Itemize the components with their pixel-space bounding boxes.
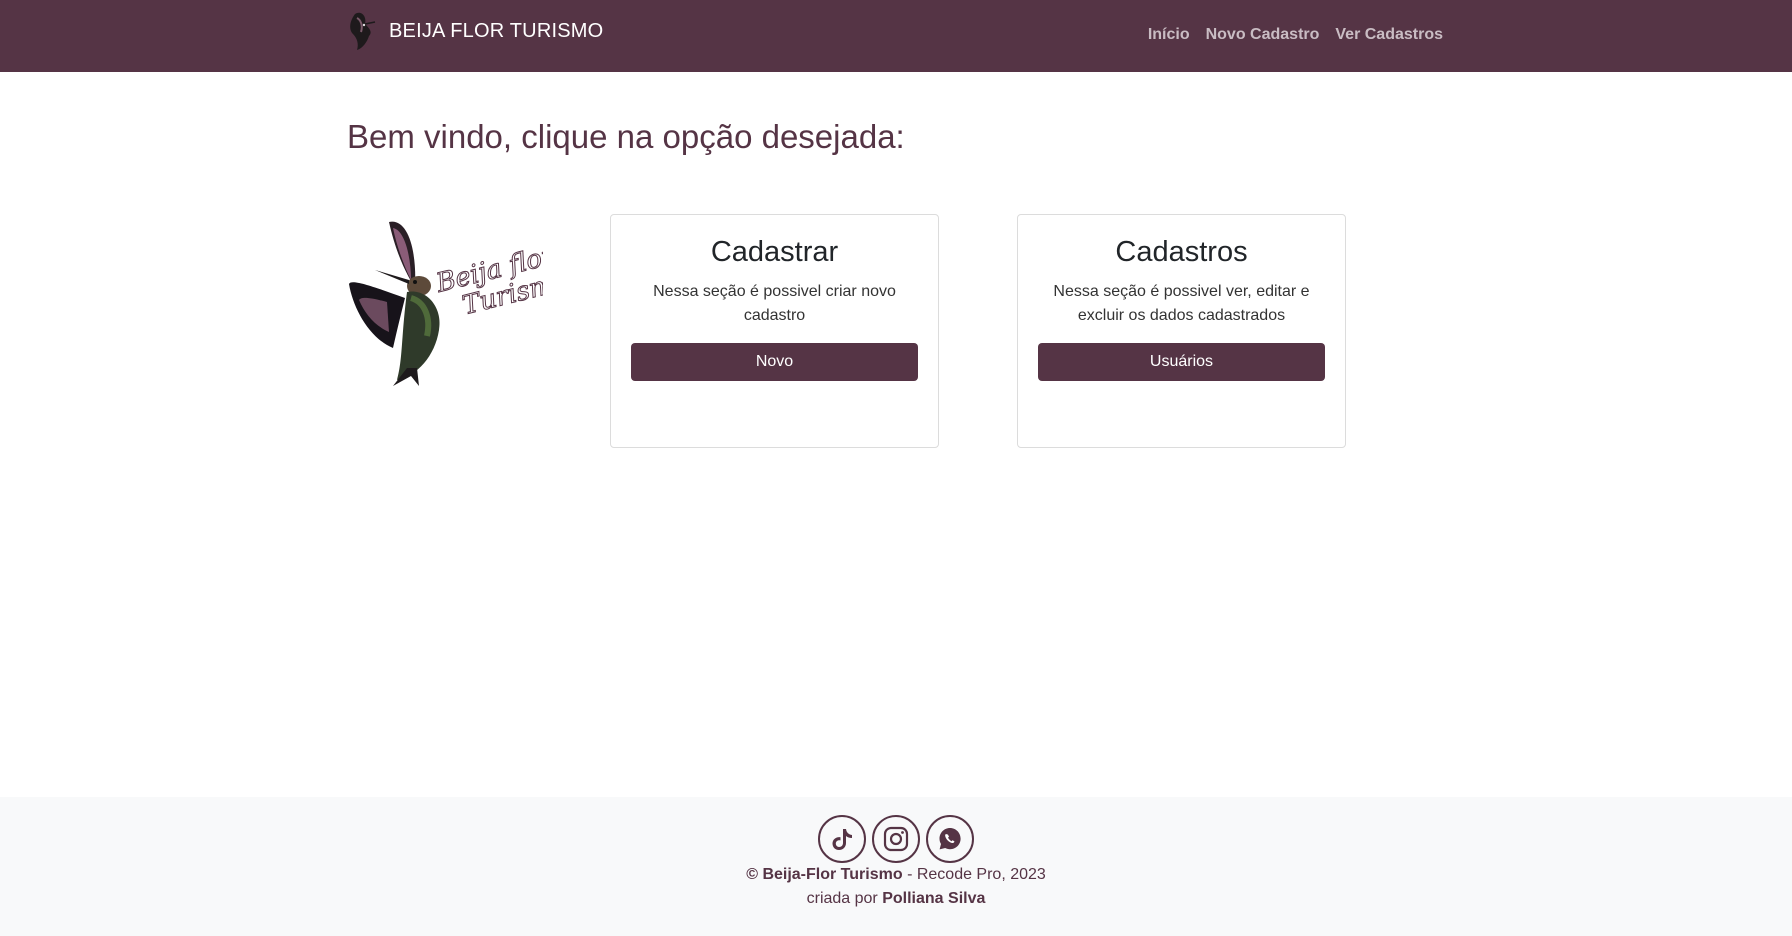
author-name: Polliana Silva — [882, 890, 986, 907]
created-by-label: criada por — [806, 890, 878, 907]
credit-text: - Recode Pro, 2023 — [907, 866, 1046, 883]
copyright-line: © Beija-Flor Turismo - Recode Pro, 2023 — [0, 866, 1792, 884]
whatsapp-button[interactable] — [926, 815, 974, 863]
card-cadastrar: Cadastrar Nessa seção é possivel criar n… — [610, 214, 939, 448]
navbar: BEIJA FLOR TURISMO Início Novo Cadastro … — [0, 0, 1792, 72]
tiktok-button[interactable] — [818, 815, 866, 863]
nav-link-inicio[interactable]: Início — [1140, 22, 1198, 48]
footer: © Beija-Flor Turismo - Recode Pro, 2023 … — [0, 797, 1792, 936]
card-text: Nessa seção é possivel criar novo cadast… — [653, 282, 896, 324]
card-cadastros: Cadastros Nessa seção é possivel ver, ed… — [1017, 214, 1346, 448]
page-title: Bem vindo, clique na opção desejada: — [347, 118, 905, 155]
brand-name: BEIJA FLOR TURISMO — [389, 19, 604, 42]
hummingbird-logo-icon — [350, 12, 376, 51]
instagram-button[interactable] — [872, 815, 920, 863]
usuarios-button[interactable]: Usuários — [1038, 342, 1325, 381]
brand-link[interactable]: BEIJA FLOR TURISMO — [347, 8, 603, 54]
author-line: criada por Polliana Silva — [0, 890, 1792, 908]
company-name: Beija-Flor Turismo — [762, 866, 903, 883]
copyright-symbol: © — [746, 866, 758, 883]
instagram-icon — [883, 826, 909, 852]
tiktok-icon — [832, 829, 852, 850]
card-title: Cadastrar — [710, 236, 839, 268]
nav-link-novo-cadastro[interactable]: Novo Cadastro — [1198, 22, 1328, 48]
whatsapp-icon — [939, 828, 961, 850]
nav-link-ver-cadastros[interactable]: Ver Cadastros — [1327, 22, 1451, 48]
card-text: Nessa seção é possivel ver, editar e exc… — [1053, 282, 1310, 324]
nav-links: Início Novo Cadastro Ver Cadastros — [1140, 22, 1451, 48]
social-links — [0, 815, 1792, 863]
hummingbird-logo-image: Beija flor Turismo — [349, 221, 543, 386]
novo-button[interactable]: Novo — [631, 342, 918, 381]
card-title: Cadastros — [1115, 236, 1248, 268]
